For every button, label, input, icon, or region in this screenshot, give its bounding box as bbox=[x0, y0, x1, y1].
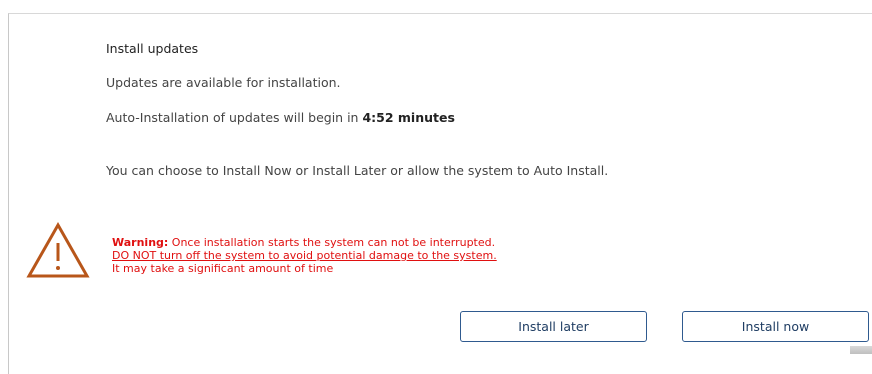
warning-line-2: DO NOT turn off the system to avoid pote… bbox=[112, 249, 497, 262]
dialog-title: Install updates bbox=[106, 41, 198, 56]
warning-message: Warning: Once installation starts the sy… bbox=[112, 236, 497, 275]
updates-available-text: Updates are available for installation. bbox=[106, 75, 341, 90]
warning-line-1-text: Once installation starts the system can … bbox=[168, 236, 495, 249]
warning-line-3: It may take a significant amount of time bbox=[112, 262, 497, 275]
install-now-button[interactable]: Install now bbox=[682, 311, 869, 342]
warning-label: Warning: bbox=[112, 236, 168, 249]
warning-triangle-icon bbox=[25, 221, 91, 281]
warning-line-1: Warning: Once installation starts the sy… bbox=[112, 236, 497, 249]
choice-text: You can choose to Install Now or Install… bbox=[106, 163, 608, 178]
resize-grip[interactable] bbox=[850, 346, 872, 354]
auto-install-text: Auto-Installation of updates will begin … bbox=[106, 110, 455, 125]
install-updates-dialog: Install updates Updates are available fo… bbox=[8, 13, 872, 374]
countdown-timer: 4:52 minutes bbox=[362, 110, 454, 125]
install-later-button[interactable]: Install later bbox=[460, 311, 647, 342]
auto-install-prefix: Auto-Installation of updates will begin … bbox=[106, 110, 362, 125]
